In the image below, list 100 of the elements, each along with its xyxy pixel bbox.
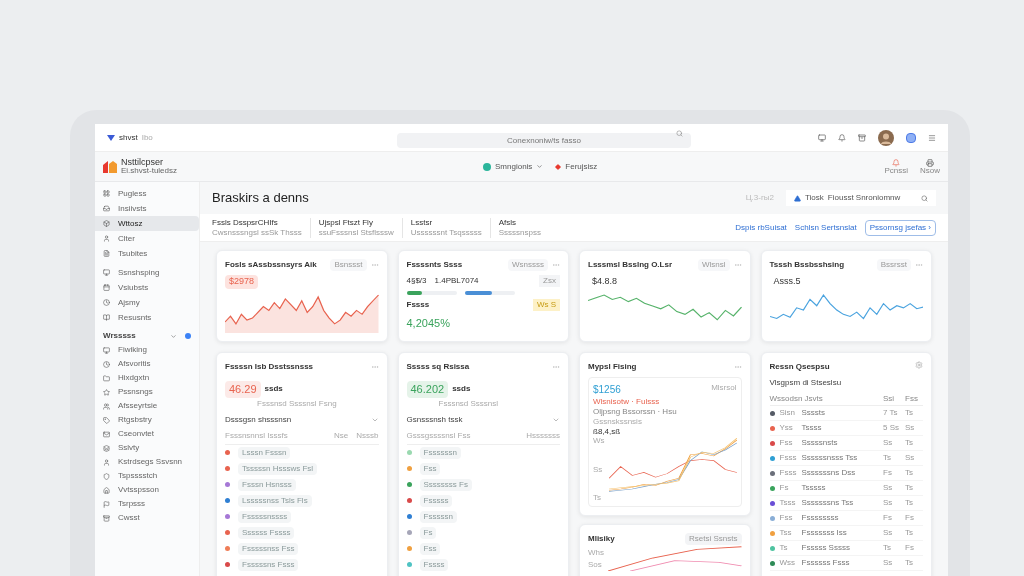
search-field[interactable]: Conexnoniw/ts fasso [397,132,691,148]
table-cell-text: 5 Ss [883,422,900,434]
sidebar-item[interactable]: Vsiubsts [95,280,199,295]
link[interactable]: Dspis rbSuisat [735,221,787,234]
period-select[interactable]: Bssrsst [876,259,911,271]
home-icon [103,486,110,494]
stat-value: 4§$/3 [406,275,427,287]
list-row[interactable]: Fsssssnss Fss [225,540,379,557]
list-row[interactable]: Fssss [406,556,560,573]
bell-icon[interactable] [838,133,846,142]
period-select[interactable]: Wsnssss [508,259,548,271]
sidebar-item[interactable]: Sslvty [95,441,199,455]
summary-tab[interactable]: Fssls DsspsrCHIfs Cwsnsssngsl ssSk Thsss [212,217,311,238]
sidebar-item[interactable]: Insiivsts [95,201,199,216]
chart-value: Asss.5 [772,275,802,288]
header-action[interactable]: Pcnssi [884,158,908,175]
list-row[interactable]: Lsssssnss Tsls Fls [225,492,379,509]
sidebar-item[interactable]: Hixdgxtn [95,371,199,385]
period-select[interactable]: Bsnssst [330,259,367,271]
list-row[interactable]: Fsssssnssss [225,508,379,525]
more-icon[interactable] [552,261,560,269]
workspace-select[interactable]: Smngionis [483,160,544,173]
sidebar-item[interactable]: Resusnts [95,310,199,325]
sidebar-item[interactable]: Afsseyrtsie [95,399,199,413]
list-row[interactable]: Fss [406,460,560,477]
sidebar-item[interactable]: Ajsmy [95,295,199,310]
sidebar-item[interactable]: Tsubites [95,246,199,261]
list-row[interactable]: Fsssss [406,492,560,509]
sidebar-item[interactable]: Afsvoritis [95,357,199,371]
archive-icon[interactable] [858,133,866,142]
link[interactable]: Schlsn Sertsnslat [794,221,857,234]
more-icon[interactable] [733,261,742,269]
sidebar-item[interactable]: Tsrpsss [95,497,199,511]
table-row[interactable]: Wss Fssssss Fsss Ss Ts [769,556,923,571]
kpi-value: 46.202 [406,381,449,398]
table-row[interactable]: Fss Fssssssss Fs Fs [769,511,923,526]
table-row[interactable]: Sisn Ssssts 7 Ts Ts [769,406,923,421]
chevron-down-icon[interactable] [170,332,177,340]
summary-tab[interactable]: Afsls Sssssnspss [498,217,549,238]
table-row[interactable]: Fs Tsssss Ss Ts [769,481,923,496]
sidebar-item[interactable]: Fiwiking [95,343,199,357]
menu-icon[interactable] [928,133,936,142]
settings-icon[interactable] [915,361,923,369]
table-cell-text: Fss [779,512,794,524]
clock-icon [103,360,110,368]
table-cell-text: Tsssss [801,482,827,494]
table-row[interactable]: Tsss Sssssssns Tss Ss Ts [769,496,923,511]
more-icon[interactable] [370,261,379,269]
sidebar-item[interactable]: Tspsssstch [95,469,199,483]
sidebar-item[interactable]: Clter [95,231,199,246]
stat-label: Fssss [406,299,430,311]
filter-field[interactable]: Tiosk Fiousst Snroniomnw [786,190,936,206]
sidebar-item[interactable]: Cseonvtet [95,427,199,441]
primary-button[interactable]: Pssornsg jsefas › [864,219,936,236]
app-icon[interactable] [906,132,916,143]
monitor-icon[interactable] [818,133,826,142]
axis-tick: Ts [593,494,602,502]
table-cell-text: Fsss [779,467,798,479]
column-header: Wssodsn Jsvts [769,393,824,405]
period-select[interactable]: Wlsnsl [697,259,730,271]
sidebar-item[interactable]: Pugless [95,186,199,201]
list-row[interactable]: Fss [406,540,560,557]
table-row[interactable]: Fss Sssssnsts Ss Ts [769,436,923,451]
sidebar-item[interactable]: Ssnshsping [95,265,199,280]
box-icon [103,220,110,227]
sidebar-item[interactable]: Cwsst [95,511,199,525]
table-row[interactable]: Fsss Ssssssnsss Tss Ts Ss [769,451,923,466]
table-row[interactable]: Ts Fsssss Sssss Ts Fs [769,541,923,556]
more-icon[interactable] [915,261,923,269]
sidebar-item[interactable]: Rtgsbstry [95,413,199,427]
summary-tab[interactable]: Ujspsl Ftszt Fly ssuFsssnsl Stsflsssw [318,217,403,238]
sidebar-item[interactable]: Vvtsspsson [95,483,199,497]
list-row[interactable]: Fssssssn [406,444,560,461]
list-row[interactable]: Tsssssn Hsssws Fsl [225,460,379,477]
table-cell-text: Ts [905,437,914,449]
table-row[interactable]: Fsss Sssssssns Dss Fs Ts [769,466,923,481]
avatar[interactable] [878,129,894,146]
archive-icon [103,514,110,522]
project-link[interactable]: Ferujsisz [555,160,598,173]
more-icon[interactable] [370,363,379,371]
more-icon[interactable] [552,363,560,371]
list-row[interactable]: Ssssss Fssss [225,524,379,541]
sidebar-item[interactable]: Pssnsngs [95,385,199,399]
range-select[interactable]: Rsetsi Ssnsts [685,533,742,545]
sidebar-item[interactable]: Kstrdsegs Ssvsnn [95,455,199,469]
sidebar-item[interactable]: Wttosz [95,216,199,231]
table-cell-text: Ts [905,557,914,569]
header-action[interactable]: Nsow [920,158,940,175]
list-row[interactable]: Lsssn Fsssn [225,444,379,461]
summary-tab[interactable]: Lsstsr Ussssssnt Tsqsssss [410,217,491,238]
list-title: Gsnsssnsh tssk [406,413,463,426]
search-icon[interactable] [676,129,683,137]
list-row[interactable]: Fsssssns Fsss [225,556,379,573]
table-row[interactable]: Yss Tssss 5 Ss Ss [769,421,923,436]
list-row[interactable]: Fsssssn [406,508,560,525]
table-row[interactable]: Tss Fsssssss Iss Ss Ts [769,526,923,541]
more-icon[interactable] [733,363,742,371]
list-row[interactable]: Fs [406,524,560,541]
list-row[interactable]: Fsssn Hsnsss [225,476,379,493]
list-row[interactable]: Ssssssss Fs [406,476,560,493]
